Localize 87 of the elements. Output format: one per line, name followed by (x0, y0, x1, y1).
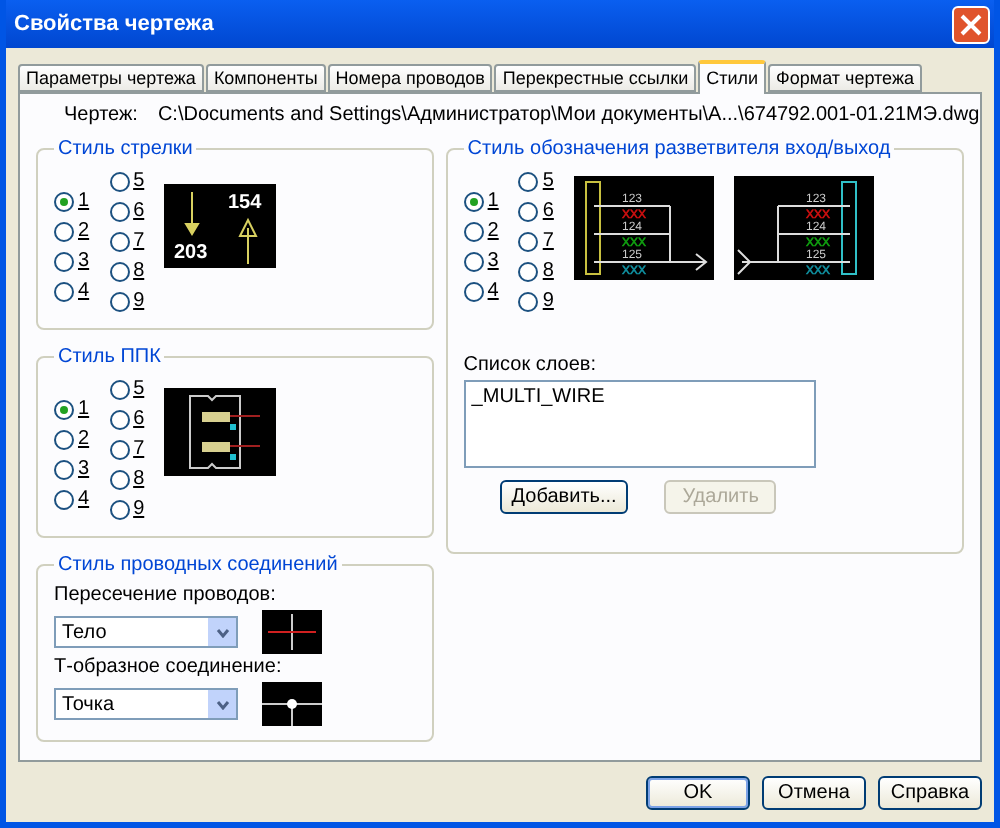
group-title: Стиль ППК (56, 346, 163, 368)
chevron-down-icon (215, 699, 229, 709)
dialog-button[interactable]: OK (646, 776, 750, 810)
field-label: Пересечение проводов: (54, 584, 278, 606)
tab[interactable]: Формат чертежа (768, 64, 922, 92)
style-option[interactable]: 8 (109, 258, 145, 284)
style-option[interactable]: 2 (463, 218, 499, 244)
style-option[interactable]: 5 (518, 168, 554, 194)
style-option[interactable]: 5 (109, 376, 145, 402)
radio-button[interactable] (518, 231, 539, 251)
style-option[interactable]: 6 (518, 198, 554, 224)
radio-button[interactable] (518, 261, 539, 281)
style-option[interactable]: 9 (109, 496, 145, 522)
style-option[interactable]: 1 (54, 396, 90, 422)
group-title: Стиль стрелки (56, 138, 195, 160)
radio-button[interactable] (54, 251, 74, 271)
style-option[interactable]: 3 (463, 248, 499, 274)
radio-button[interactable] (109, 261, 130, 281)
field-label: Т-образное соединение: (54, 656, 284, 678)
tab[interactable]: Номера проводов (327, 64, 493, 92)
layer-list[interactable]: _MULTI_WIRE (463, 380, 816, 468)
radio-button[interactable] (109, 469, 130, 489)
dialog-button[interactable]: Справка (878, 776, 982, 810)
radio-button[interactable] (109, 171, 130, 191)
radio-button[interactable] (54, 429, 74, 449)
radio-button[interactable] (54, 489, 74, 509)
style-option[interactable]: 9 (518, 288, 554, 314)
style-option[interactable]: 7 (109, 228, 145, 254)
radio-button[interactable] (463, 251, 484, 271)
style-option[interactable]: 4 (463, 278, 499, 304)
radio-button[interactable] (518, 291, 539, 311)
style-option[interactable]: 1 (463, 188, 499, 214)
wire-number: 154 (228, 192, 262, 214)
close-button[interactable] (952, 5, 990, 43)
drawing-label: Чертеж: (64, 104, 138, 126)
radio-button[interactable] (109, 379, 130, 399)
radio-button[interactable] (463, 221, 484, 241)
radio-button[interactable] (518, 171, 539, 191)
add-button[interactable]: Добавить... (499, 480, 629, 514)
style-option[interactable]: 1 (54, 188, 90, 214)
dialog-button[interactable]: Отмена (762, 776, 866, 810)
style-option[interactable]: 3 (54, 248, 90, 274)
radio-button[interactable] (54, 281, 74, 301)
radio-button[interactable] (463, 281, 484, 301)
layer-list-label: Список слоев: (463, 354, 599, 376)
tab[interactable]: Компоненты (205, 64, 326, 92)
radio-button[interactable] (54, 221, 74, 241)
style-option[interactable]: 8 (109, 466, 145, 492)
tab[interactable]: Параметры чертежа (18, 64, 204, 92)
style-option[interactable]: 6 (109, 198, 145, 224)
style-option[interactable]: 4 (54, 278, 90, 304)
wire-crossing-dropdown[interactable]: Тело (54, 616, 238, 648)
style-option[interactable]: 5 (109, 168, 145, 194)
radio-button[interactable] (54, 191, 74, 211)
radio-button[interactable] (518, 201, 539, 221)
crossing-preview-drawing (262, 610, 322, 654)
style-option[interactable]: 7 (518, 228, 554, 254)
drawing-path: C:\Documents and Settings\Администратор\Мои документы\А...\674792.001-01.21МЭ.dwg (157, 104, 980, 126)
window-title: Свойства чертежа (14, 12, 214, 36)
ppk-preview-drawing (164, 388, 277, 476)
style-option[interactable]: 6 (109, 406, 145, 432)
tab[interactable]: Стили (698, 60, 767, 94)
tee-junction-dropdown[interactable]: Точка (54, 688, 238, 720)
close-icon (960, 13, 982, 35)
style-option[interactable]: 8 (518, 258, 554, 284)
radio-button[interactable] (109, 231, 130, 251)
radio-button[interactable] (463, 191, 484, 211)
radio-button[interactable] (54, 459, 74, 479)
radio-button[interactable] (109, 499, 130, 519)
radio-button[interactable] (109, 201, 130, 221)
tab[interactable]: Перекрестные ссылки (494, 64, 697, 92)
group-title: Стиль обозначения разветвителя вход/выход (465, 138, 893, 160)
list-item[interactable]: _MULTI_WIRE (471, 386, 808, 408)
radio-button[interactable] (109, 409, 130, 429)
style-option[interactable]: 2 (54, 218, 90, 244)
wire-number: 203 (174, 242, 208, 264)
radio-button[interactable] (54, 399, 74, 419)
style-option[interactable]: 9 (109, 288, 145, 314)
style-option[interactable]: 2 (54, 426, 90, 452)
radio-button[interactable] (109, 439, 130, 459)
tee-preview-drawing (262, 682, 322, 726)
group-title: Стиль проводных соединений (56, 554, 340, 576)
style-option[interactable]: 3 (54, 456, 90, 482)
style-option[interactable]: 7 (109, 436, 145, 462)
chevron-down-icon (215, 627, 229, 637)
style-option[interactable]: 4 (54, 486, 90, 512)
radio-button[interactable] (109, 291, 130, 311)
